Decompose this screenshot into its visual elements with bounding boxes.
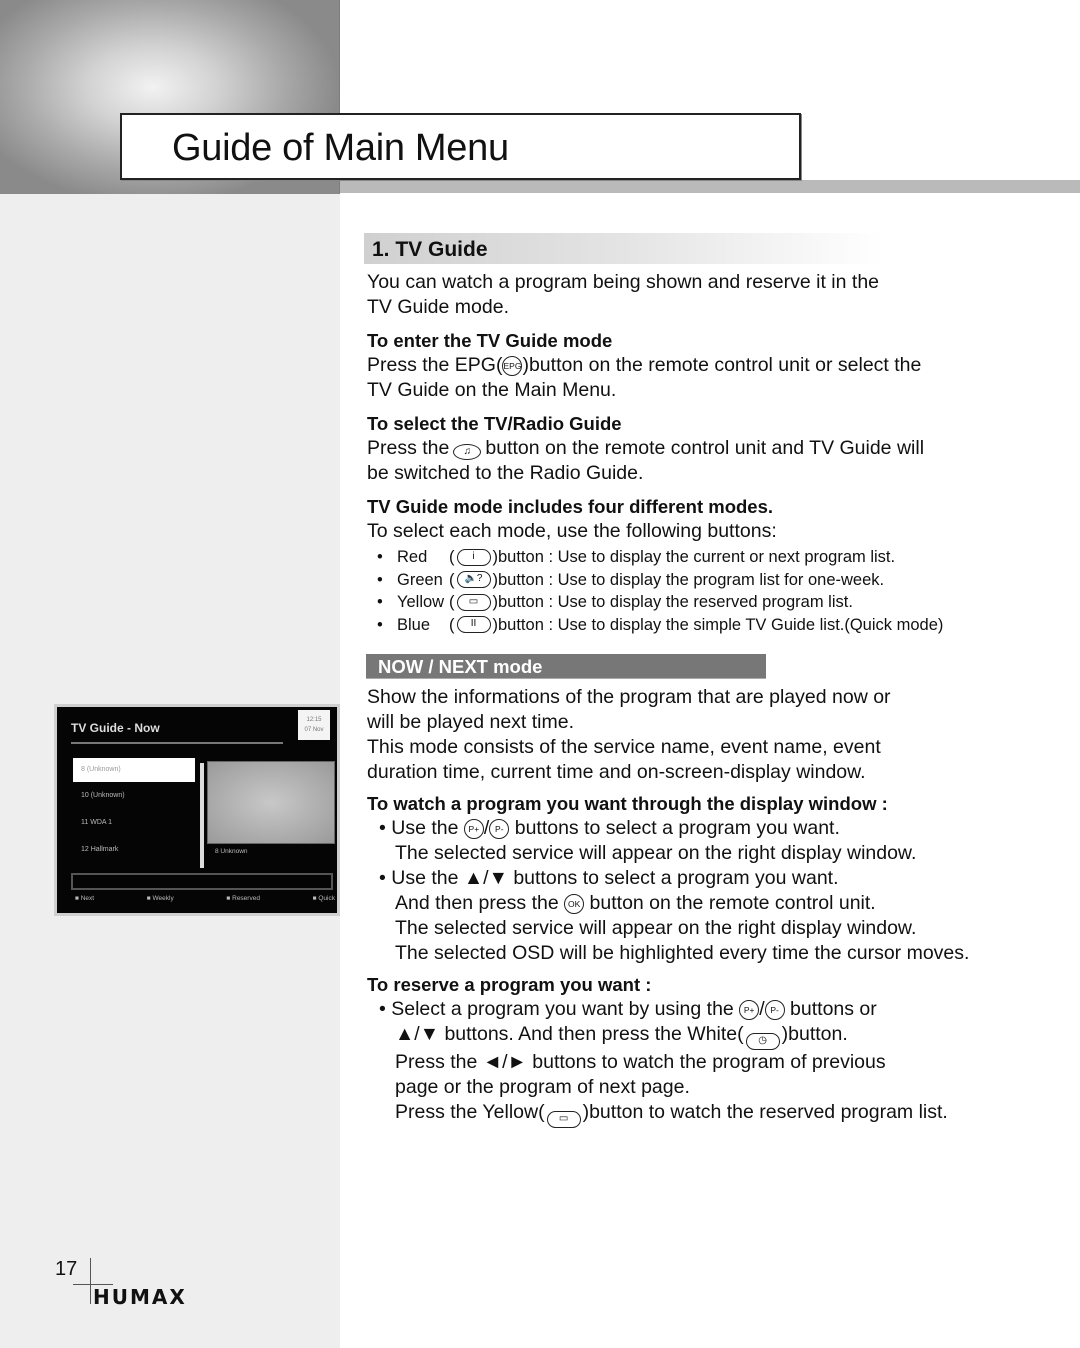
- reserve-line-5: Press the Yellow(▭)button to watch the r…: [367, 1100, 1057, 1128]
- mode-button-list: • Red(i)button : Use to display the curre…: [367, 546, 1057, 636]
- watch-bullet-2-ok: And then press the OK button on the remo…: [395, 892, 876, 914]
- enter-heading: To enter the TV Guide mode: [367, 330, 613, 351]
- modes-intro: To select each mode, use the following b…: [367, 520, 777, 542]
- up-down-arrows-icon: ▲/▼: [463, 867, 508, 889]
- page-number: 17: [55, 1258, 78, 1280]
- radio-text: Press the ♫ button on the remote control u…: [367, 437, 925, 484]
- reserve-line-1: • Select a program you want by using the…: [379, 998, 877, 1020]
- humax-logo: HUMAX: [93, 1285, 187, 1309]
- watch-bullet-2-note: The selected service will appear on the …: [395, 917, 917, 939]
- info-button-icon: i: [456, 548, 491, 566]
- section-title: 1. TV Guide: [364, 233, 884, 264]
- pause-button-icon: II: [456, 616, 491, 634]
- tv-guide-screenshot: TV Guide - Now 12:15 07 Nov 8 (Unknown) 1…: [54, 704, 340, 916]
- reserve-line-3: Press the ◄/► buttons to watch the progr…: [395, 1051, 886, 1073]
- now-next-mode-bar: NOW / NEXT mode: [366, 654, 766, 679]
- tv-channel-item: 10 (Unknown): [81, 792, 125, 799]
- list-item: • Blue(II)button : Use to display the sim…: [377, 615, 944, 634]
- header-rule: [340, 180, 1080, 193]
- left-right-arrows-icon: ◄/►: [482, 1051, 527, 1073]
- radio-heading: To select the TV/Radio Guide: [367, 413, 622, 434]
- tv-title-divider: [71, 742, 283, 744]
- ok-button-icon: OK: [564, 894, 585, 914]
- page-title-box: Guide of Main Menu: [120, 113, 801, 180]
- reserve-button-icon: ▭: [546, 1111, 581, 1128]
- footer-crosshair-vertical: [90, 1258, 91, 1304]
- p-plus-button-icon: P+: [739, 1000, 760, 1020]
- now-next-description: Show the informations of the program tha…: [367, 686, 891, 783]
- tv-preview-window: [207, 761, 335, 844]
- p-minus-button-icon: P-: [764, 1000, 785, 1020]
- tv-preview-label: 8 Unknown: [215, 848, 248, 855]
- reserve-button-icon: ▭: [456, 593, 491, 611]
- watch-bullet-2: • Use the ▲/▼ buttons to select a progra…: [379, 867, 839, 889]
- tv-channel-item: 8 (Unknown): [73, 758, 195, 782]
- tv-channel-item: 11 WDA 1: [81, 819, 112, 826]
- list-item: • Green(🔈?)button : Use to display the pr…: [377, 570, 885, 589]
- speaker-button-icon: 🔈?: [456, 571, 491, 589]
- watch-bullet-2-osd: The selected OSD will be highlighted eve…: [395, 942, 970, 964]
- reserve-line-2: ▲/▼ buttons. And then press the White(◷)…: [367, 1022, 1057, 1050]
- tv-scrollbar: [200, 763, 204, 868]
- reserve-heading: To reserve a program you want :: [367, 974, 652, 995]
- tv-channel-item: 12 Hallmark: [81, 846, 119, 853]
- main-content: 1. TV Guide You can watch a program bein…: [364, 233, 1057, 1128]
- up-down-arrows-icon: ▲/▼: [395, 1023, 440, 1045]
- watch-bullet-1-note: The selected service will appear on the …: [395, 842, 917, 864]
- clock-button-icon: ◷: [745, 1033, 780, 1050]
- tv-clock: 12:15 07 Nov: [298, 710, 330, 740]
- watch-bullet-1: • Use the P+ / P- buttons to select a prog…: [379, 817, 840, 839]
- tv-key-weekly: ■ Weekly: [146, 895, 174, 902]
- tv-info-bar: [71, 873, 333, 890]
- page-title: Guide of Main Menu: [172, 127, 509, 169]
- tv-key-next: ■ Next: [75, 895, 95, 902]
- p-minus-button-icon: P-: [489, 819, 510, 839]
- watch-heading: To watch a program you want through the …: [367, 793, 888, 814]
- tv-key-quick: ■ Quick: [312, 895, 335, 902]
- epg-button-icon: EPG: [502, 356, 523, 376]
- list-item: • Yellow(▭)button : Use to display the re…: [377, 593, 853, 611]
- tv-color-keys: ■ Next ■ Weekly ■ Reserved ■ Quick: [75, 895, 335, 902]
- tv-screen-title: TV Guide - Now: [71, 721, 160, 735]
- enter-text: Press the EPG(EPG)button on the remote c…: [367, 354, 922, 401]
- modes-heading: TV Guide mode includes four different mo…: [367, 496, 774, 517]
- intro-text: You can watch a program being shown and …: [367, 271, 880, 318]
- list-item: • Red(i)button : Use to display the curre…: [377, 548, 896, 566]
- radio-button-icon: ♫: [453, 444, 482, 460]
- reserve-line-4: page or the program of next page.: [395, 1076, 690, 1098]
- p-plus-button-icon: P+: [463, 819, 484, 839]
- tv-key-reserved: ■ Reserved: [226, 895, 260, 902]
